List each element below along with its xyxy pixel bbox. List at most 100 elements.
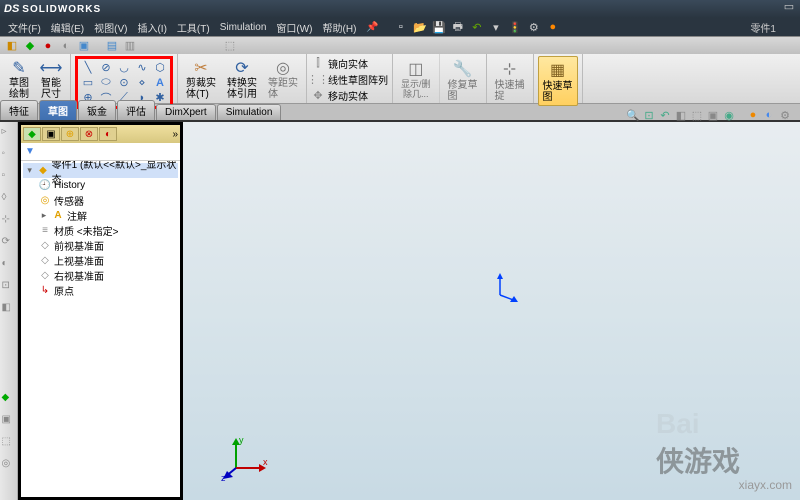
trim-button[interactable]: ✂ 剪裁实 体(T): [182, 56, 220, 101]
quick-snap-button[interactable]: ⊹ 快速捕 捉: [491, 56, 529, 104]
appearance-icon[interactable]: ●: [746, 108, 760, 122]
lt-8-icon[interactable]: ⊡: [2, 280, 16, 294]
display-delete-button[interactable]: ◫ 显示/删 除几...: [397, 56, 435, 102]
tree-root[interactable]: ▾ ◆ 零件1 (默认<<默认>_显示状态: [23, 163, 178, 178]
tree-tab-config-icon[interactable]: ⊕: [61, 127, 79, 141]
hide-show-icon[interactable]: ◉: [722, 108, 736, 122]
tree-tab-display-icon[interactable]: ◐: [99, 127, 117, 141]
repair-icon: 🔧: [452, 58, 474, 80]
lt-12-icon[interactable]: ⬚: [2, 436, 16, 450]
text-tool-icon[interactable]: A: [151, 75, 169, 90]
qat-btn-1[interactable]: ◧: [4, 39, 20, 53]
move-icon[interactable]: ✥: [311, 89, 325, 103]
options-icon[interactable]: ⚙: [526, 19, 542, 35]
spline-tool-icon[interactable]: ∿: [133, 60, 151, 75]
tab-sketch[interactable]: 草图: [39, 100, 77, 120]
origin-icon: ↳: [39, 285, 51, 297]
tree-front-plane[interactable]: ◇ 前视基准面: [23, 238, 178, 253]
display-style-icon[interactable]: ▣: [706, 108, 720, 122]
tree-annotations[interactable]: ▸ A 注解: [23, 208, 178, 223]
linear-pattern-icon[interactable]: ⋮⋮: [311, 73, 325, 87]
zoom-area-icon[interactable]: ⊡: [642, 108, 656, 122]
qat-btn-7[interactable]: ▥: [122, 39, 138, 53]
qat-btn-2[interactable]: ◆: [22, 39, 38, 53]
qat-btn-8[interactable]: ⬚: [222, 39, 238, 53]
menu-window[interactable]: 窗口(W): [272, 19, 316, 36]
circle-tool-icon[interactable]: ⊘: [97, 60, 115, 75]
tab-features[interactable]: 特征: [0, 100, 38, 120]
tree-expand-icon[interactable]: »: [172, 129, 178, 140]
lt-9-icon[interactable]: ◧: [2, 302, 16, 316]
qat-btn-5[interactable]: ▣: [76, 39, 92, 53]
tree-material[interactable]: ≡ 材质 <未指定>: [23, 223, 178, 238]
save-icon[interactable]: 💾: [431, 19, 447, 35]
lt-7-icon[interactable]: ◐: [2, 258, 16, 272]
lt-6-icon[interactable]: ⟳: [2, 236, 16, 250]
menu-pin-icon[interactable]: 📌: [362, 21, 382, 34]
menu-edit[interactable]: 编辑(E): [47, 19, 88, 36]
tree-origin[interactable]: ↳ 原点: [23, 283, 178, 298]
polygon-tool-icon[interactable]: ⬡: [151, 60, 169, 75]
menu-file[interactable]: 文件(F): [4, 19, 45, 36]
slot-tool-icon[interactable]: ⊙: [115, 75, 133, 90]
lt-11-icon[interactable]: ▣: [2, 414, 16, 428]
print-icon[interactable]: 🖶: [450, 19, 466, 35]
tree-tab-dimxpert-icon[interactable]: ⊗: [80, 127, 98, 141]
menu-insert[interactable]: 插入(I): [133, 19, 170, 36]
smart-dimension-button[interactable]: ⟷ 智能 尺寸: [36, 56, 66, 101]
offset-button[interactable]: ◎ 等距实 体: [264, 56, 302, 101]
menu-simulation[interactable]: Simulation: [216, 21, 271, 34]
qat-btn-3[interactable]: ●: [40, 39, 56, 53]
lt-5-icon[interactable]: ⊹: [2, 214, 16, 228]
appearance-icon[interactable]: ●: [545, 19, 561, 35]
tree-right-plane[interactable]: ◇ 右视基准面: [23, 268, 178, 283]
lt-3-icon[interactable]: ▫: [2, 170, 16, 184]
select-icon[interactable]: ▾: [488, 19, 504, 35]
quick-sketch-button[interactable]: ▦ 快速草 图: [538, 56, 578, 106]
tree-sensors[interactable]: ◎ 传感器: [23, 193, 178, 208]
lt-13-icon[interactable]: ◎: [2, 458, 16, 472]
new-icon[interactable]: ▫: [393, 19, 409, 35]
ellipse-tool-icon[interactable]: ⬭: [97, 75, 115, 90]
convert-button[interactable]: ⟳ 转换实 体引用: [223, 56, 261, 101]
undo-icon[interactable]: ↶: [469, 19, 485, 35]
tab-simulation[interactable]: Simulation: [217, 104, 282, 120]
menu-tools[interactable]: 工具(T): [173, 19, 214, 36]
menu-help[interactable]: 帮助(H): [319, 19, 361, 36]
collapse-icon[interactable]: ▾: [25, 165, 34, 176]
section-view-icon[interactable]: ◧: [674, 108, 688, 122]
tab-dimxpert[interactable]: DimXpert: [156, 104, 216, 120]
view-settings-icon[interactable]: ⚙: [778, 108, 792, 122]
scene-icon[interactable]: ◐: [762, 108, 776, 122]
sketch-button[interactable]: ✎ 草图 绘制: [4, 56, 34, 101]
qat-btn-4[interactable]: ◐: [58, 39, 74, 53]
lt-2-icon[interactable]: ◦: [2, 148, 16, 162]
tree-tab-feature-icon[interactable]: ◆: [23, 127, 41, 141]
arc-tool-icon[interactable]: ◡: [115, 60, 133, 75]
lt-4-icon[interactable]: ◊: [2, 192, 16, 206]
tree-top-plane[interactable]: ◇ 上视基准面: [23, 253, 178, 268]
point-tool-icon[interactable]: ⋄: [133, 75, 151, 90]
menu-view[interactable]: 视图(V): [90, 19, 131, 36]
view-toolbar: 🔍 ⊡ ↶ ◧ ⬚ ▣ ◉ ● ◐ ⚙: [626, 108, 792, 122]
tree-tab-property-icon[interactable]: ▣: [42, 127, 60, 141]
repair-sketch-button[interactable]: 🔧 修复草 图: [444, 56, 482, 104]
view-orient-icon[interactable]: ⬚: [690, 108, 704, 122]
lt-10-icon[interactable]: ◆: [2, 392, 16, 406]
rectangle-tool-icon[interactable]: ▭: [79, 75, 97, 90]
lt-select-icon[interactable]: ▹: [2, 126, 16, 140]
rebuild-icon[interactable]: 🚦: [507, 19, 523, 35]
mirror-icon[interactable]: ⫿: [311, 57, 325, 71]
qat-btn-6[interactable]: ▤: [104, 39, 120, 53]
tab-sheetmetal[interactable]: 钣金: [78, 100, 116, 120]
minimize-icon[interactable]: ▭: [782, 0, 796, 13]
viewport[interactable]: y x z Bai 侠游戏 xiayx.com: [183, 122, 800, 500]
prev-view-icon[interactable]: ↶: [658, 108, 672, 122]
sketch-icon: ✎: [8, 58, 30, 78]
zoom-fit-icon[interactable]: 🔍: [626, 108, 640, 122]
tab-evaluate[interactable]: 评估: [117, 100, 155, 120]
expand-icon[interactable]: ▸: [39, 210, 49, 221]
tree-filter[interactable]: ▼: [21, 143, 180, 161]
open-icon[interactable]: 📂: [412, 19, 428, 35]
line-tool-icon[interactable]: ╲: [79, 60, 97, 75]
